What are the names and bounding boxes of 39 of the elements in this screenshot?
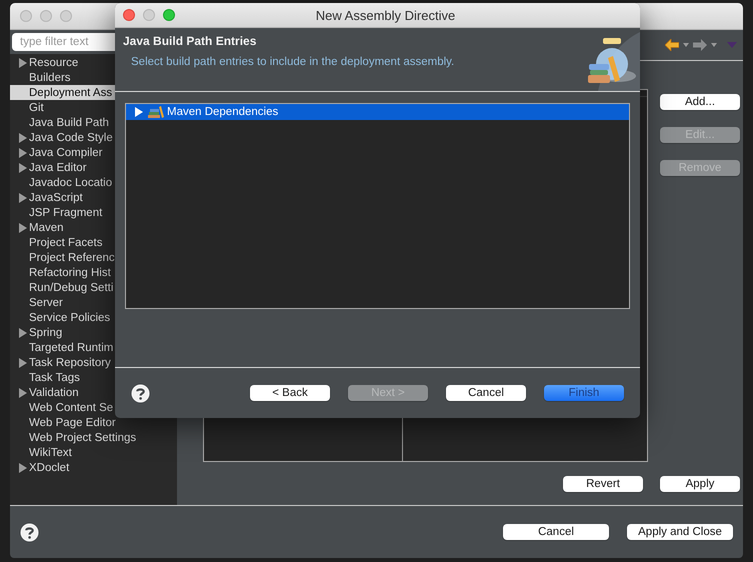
wizard-button[interactable]: < Back <box>250 385 330 401</box>
cancel-button[interactable]: Cancel <box>503 524 609 540</box>
tree-item[interactable]: Java Compiler <box>10 145 177 160</box>
back-arrow-icon[interactable] <box>665 39 679 51</box>
expand-triangle-icon[interactable] <box>18 58 27 68</box>
tree-item[interactable]: Java Code Style <box>10 130 177 145</box>
tree-item[interactable]: Maven <box>10 220 177 235</box>
tree-item[interactable]: Web Project Settings <box>10 430 177 445</box>
dropdown-caret-icon[interactable] <box>683 43 689 47</box>
tree-item[interactable]: WikiText <box>10 445 177 460</box>
expand-triangle-icon[interactable] <box>18 358 27 368</box>
help-icon[interactable] <box>20 522 39 542</box>
expand-triangle-icon[interactable] <box>18 222 27 232</box>
library-icon <box>148 106 164 118</box>
tree-item[interactable]: XDoclet <box>10 460 177 475</box>
help-icon[interactable] <box>131 384 150 402</box>
tree-item[interactable]: Task Repository <box>10 355 177 370</box>
tree-item[interactable]: Validation <box>10 385 177 400</box>
tree-item[interactable]: Maven Dependencies <box>126 104 629 120</box>
tree-item[interactable]: Web Page Editor <box>10 415 177 430</box>
revert-button[interactable]: Revert <box>563 476 643 492</box>
expand-triangle-icon[interactable] <box>134 107 143 117</box>
dropdown-caret-icon[interactable] <box>711 43 717 47</box>
wizard-button[interactable]: Cancel <box>446 385 526 401</box>
apply-and-close-button[interactable]: Apply and Close <box>627 524 733 540</box>
page-description: Select build path entries to include in the deployment assembly. <box>130 56 456 68</box>
close-button[interactable] <box>123 9 135 21</box>
tree-item[interactable]: JavaScript <box>10 190 177 205</box>
tree-item[interactable]: Spring <box>10 325 177 340</box>
zoom-button[interactable] <box>163 9 175 21</box>
expand-triangle-icon[interactable] <box>18 462 27 472</box>
side-button[interactable]: Add... <box>660 94 740 110</box>
tree-item[interactable]: Java Editor <box>10 160 177 175</box>
expand-triangle-icon[interactable] <box>18 192 27 202</box>
expand-triangle-icon[interactable] <box>18 328 27 338</box>
forward-arrow-icon[interactable] <box>693 39 707 51</box>
expand-triangle-icon[interactable] <box>18 388 27 398</box>
dialog-title: New Assembly Directive <box>314 8 456 22</box>
apply-button[interactable]: Apply <box>660 476 740 492</box>
